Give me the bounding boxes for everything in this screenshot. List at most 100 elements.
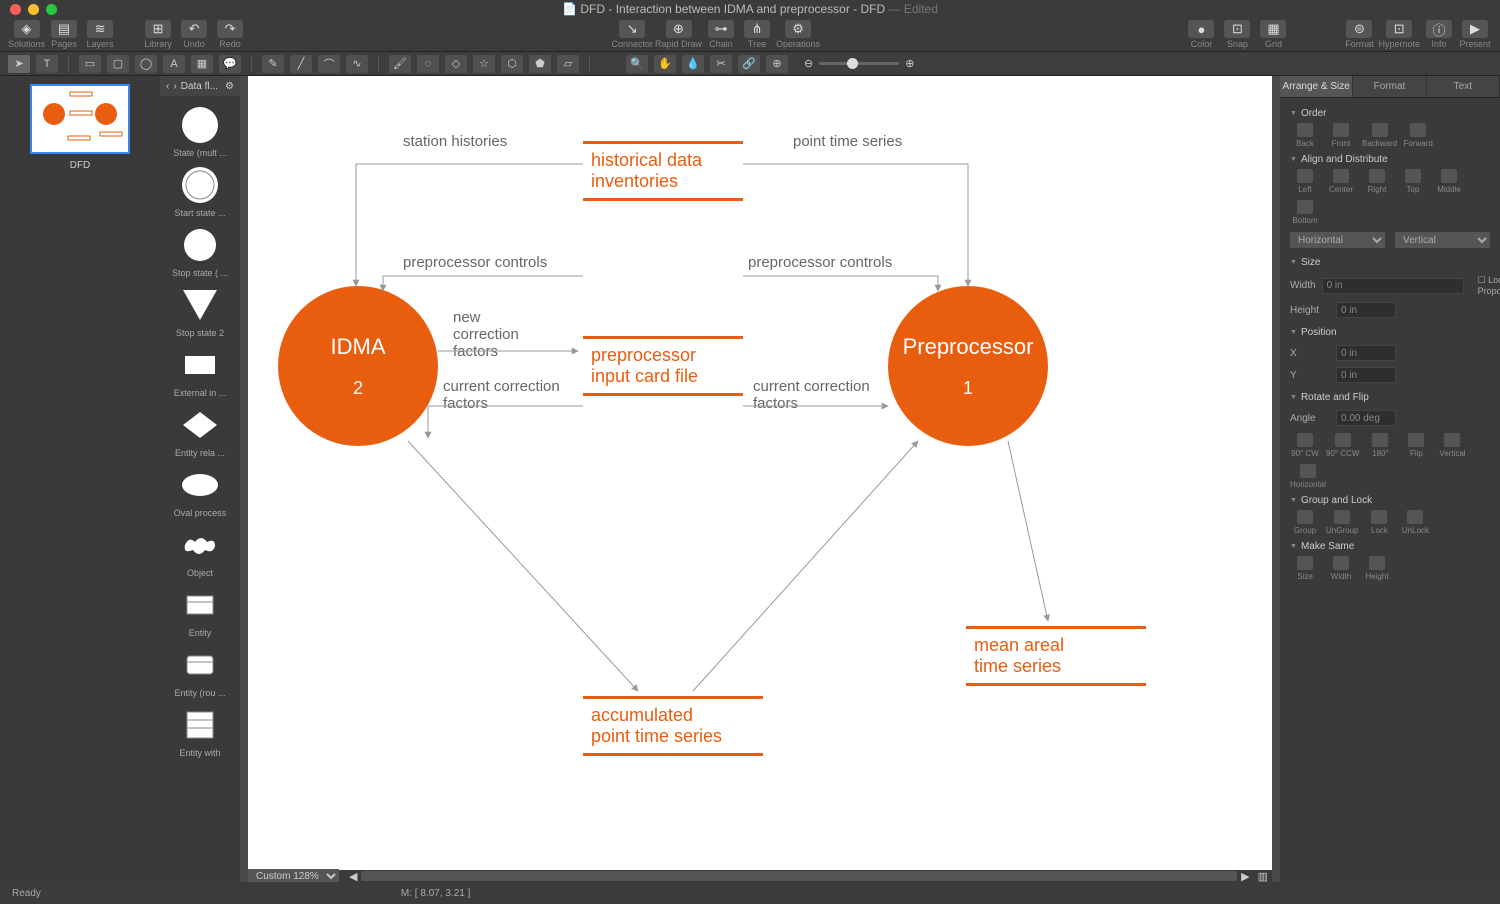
brush-icon[interactable]: 🖌 <box>389 55 411 73</box>
width-input[interactable] <box>1322 278 1464 294</box>
shape-2[interactable]: Stop state ( ... <box>160 224 240 278</box>
distribute-vertical[interactable]: Vertical <box>1395 232 1490 248</box>
chevron-left-icon[interactable]: ◀ <box>345 870 361 883</box>
toolbar-grid[interactable]: ▦Grid <box>1256 20 1290 49</box>
datastore-mean-areal[interactable]: mean areal time series <box>966 626 1146 686</box>
toolbar-present[interactable]: ▶Present <box>1458 20 1492 49</box>
rp-top[interactable]: Top <box>1398 169 1428 194</box>
line-icon[interactable]: ╱ <box>290 55 312 73</box>
rp-flip[interactable]: Flip <box>1401 433 1431 458</box>
shape-5[interactable]: Entity rela ... <box>160 404 240 458</box>
erase-icon[interactable]: ◌ <box>417 55 439 73</box>
rp-center[interactable]: Center <box>1326 169 1356 194</box>
rp-ungroup[interactable]: UnGroup <box>1326 510 1358 535</box>
toolbar-rapid draw[interactable]: ⊕Rapid Draw <box>655 20 702 49</box>
toolbar-tree[interactable]: ⋔Tree <box>740 20 774 49</box>
shape-1[interactable]: Start state ... <box>160 164 240 218</box>
shape-10[interactable]: Entity with <box>160 704 240 758</box>
height-input[interactable] <box>1336 302 1396 318</box>
canvas[interactable]: IDMA 2 Preprocessor 1 historical data in… <box>248 76 1272 870</box>
zoom-select[interactable]: Custom 128% <box>248 869 339 883</box>
toolbar-connector[interactable]: ↘Connector <box>611 20 653 49</box>
rp-right[interactable]: Right <box>1362 169 1392 194</box>
rp-left[interactable]: Left <box>1290 169 1320 194</box>
toolbar-undo[interactable]: ↶Undo <box>177 20 211 49</box>
toolbar-info[interactable]: ⓘInfo <box>1422 20 1456 49</box>
toolbar-chain[interactable]: ⊶Chain <box>704 20 738 49</box>
link-icon[interactable]: 🔗 <box>738 55 760 73</box>
datastore-historical[interactable]: historical data inventories <box>583 141 743 201</box>
toolbar-operations[interactable]: ⚙Operations <box>776 20 820 49</box>
section-order[interactable]: Order <box>1290 102 1490 123</box>
text-block-icon[interactable]: A <box>163 55 185 73</box>
rp-group[interactable]: Group <box>1290 510 1320 535</box>
section-group[interactable]: Group and Lock <box>1290 489 1490 510</box>
roundrect-tool-icon[interactable]: ▢ <box>107 55 129 73</box>
rp-front[interactable]: Front <box>1326 123 1356 148</box>
rp-forward[interactable]: Forward <box>1403 123 1433 148</box>
tab-format[interactable]: Format <box>1353 76 1426 97</box>
zoom-in-icon[interactable]: ⊕ <box>905 57 914 70</box>
canvas-scrollbar[interactable]: Custom 128% ◀ ▶ ▥ <box>248 870 1272 882</box>
shape5-icon[interactable]: ⬟ <box>529 55 551 73</box>
shape3-icon[interactable]: ☆ <box>473 55 495 73</box>
arc-icon[interactable]: ⌒ <box>318 55 340 73</box>
layout-icon[interactable]: ▥ <box>1254 870 1272 883</box>
zoom-out-icon[interactable]: ⊖ <box>804 57 813 70</box>
section-size[interactable]: Size <box>1290 251 1490 272</box>
shape2-icon[interactable]: ◇ <box>445 55 467 73</box>
rp-bottom[interactable]: Bottom <box>1290 200 1320 225</box>
table-icon[interactable]: ▦ <box>191 55 213 73</box>
datastore-input-card[interactable]: preprocessor input card file <box>583 336 743 396</box>
shapes-library-header[interactable]: ‹ › Data fl... ⚙ <box>160 76 240 96</box>
section-align[interactable]: Align and Distribute <box>1290 148 1490 169</box>
toolbar-format[interactable]: ⊜Format <box>1342 20 1376 49</box>
toolbar-color[interactable]: ●Color <box>1184 20 1218 49</box>
angle-input[interactable] <box>1336 410 1396 426</box>
fwd-icon[interactable]: › <box>173 81 176 92</box>
toolbar-snap[interactable]: ⊡Snap <box>1220 20 1254 49</box>
section-position[interactable]: Position <box>1290 321 1490 342</box>
y-input[interactable] <box>1336 367 1396 383</box>
zoom-icon[interactable]: 🔍 <box>626 55 648 73</box>
shape-0[interactable]: State (mult ... <box>160 104 240 158</box>
toolbar-redo[interactable]: ↷Redo <box>213 20 247 49</box>
rp-backward[interactable]: Backward <box>1362 123 1397 148</box>
rp-cw[interactable]: 90° CW <box>1290 433 1320 458</box>
pen-icon[interactable]: ✎ <box>262 55 284 73</box>
rp-lock[interactable]: Lock <box>1364 510 1394 535</box>
rect-tool-icon[interactable]: ▭ <box>79 55 101 73</box>
toolbar-pages[interactable]: ▤Pages <box>47 20 81 49</box>
crop-icon[interactable]: ✂ <box>710 55 732 73</box>
gear-icon[interactable]: ⚙ <box>225 81 234 92</box>
shape-6[interactable]: Oval process <box>160 464 240 518</box>
back-icon[interactable]: ‹ <box>166 81 169 92</box>
toolbar-solutions[interactable]: ◈Solutions <box>8 20 45 49</box>
hand-icon[interactable]: ✋ <box>654 55 676 73</box>
rp-back[interactable]: Back <box>1290 123 1320 148</box>
shape-8[interactable]: Entity <box>160 584 240 638</box>
zoom-slider[interactable]: ⊖ ⊕ <box>804 57 914 70</box>
process-preprocessor[interactable]: Preprocessor 1 <box>888 286 1048 446</box>
chevron-right-icon[interactable]: ▶ <box>1237 870 1253 883</box>
rp-height[interactable]: Height <box>1362 556 1392 581</box>
rp-horizontal[interactable]: Horizontal <box>1290 464 1326 489</box>
rp-vertical[interactable]: Vertical <box>1437 433 1467 458</box>
lock-proportions[interactable]: ☐ Lock Proportions <box>1478 275 1500 296</box>
rp-size[interactable]: Size <box>1290 556 1320 581</box>
distribute-horizontal[interactable]: Horizontal <box>1290 232 1385 248</box>
section-same[interactable]: Make Same <box>1290 535 1490 556</box>
page-thumbnail[interactable] <box>30 84 130 154</box>
shape-9[interactable]: Entity (rou ... <box>160 644 240 698</box>
shape6-icon[interactable]: ▱ <box>557 55 579 73</box>
callout-icon[interactable]: 💬 <box>219 55 241 73</box>
toolbar-layers[interactable]: ≋Layers <box>83 20 117 49</box>
rp-width[interactable]: Width <box>1326 556 1356 581</box>
toolbar-library[interactable]: ⊞Library <box>141 20 175 49</box>
eyedrop-icon[interactable]: 💧 <box>682 55 704 73</box>
datastore-accumulated[interactable]: accumulated point time series <box>583 696 763 756</box>
ellipse-tool-icon[interactable]: ◯ <box>135 55 157 73</box>
spline-icon[interactable]: ∿ <box>346 55 368 73</box>
rp-unlock[interactable]: UnLock <box>1400 510 1430 535</box>
section-rotate[interactable]: Rotate and Flip <box>1290 386 1490 407</box>
